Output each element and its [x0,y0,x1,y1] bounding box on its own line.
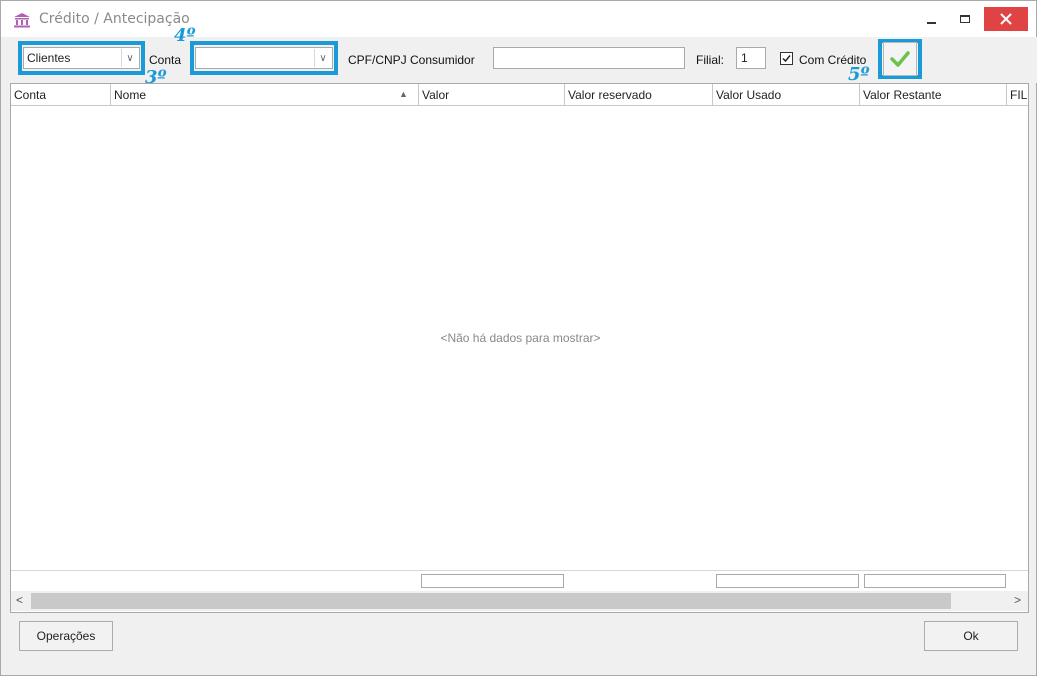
scrollbar-thumb[interactable] [31,593,951,609]
step5-label: 5º [848,64,870,85]
check-icon [782,55,791,63]
type-select[interactable]: Clientes ∨ [23,47,140,69]
column-valor[interactable]: Valor [419,84,565,106]
chevron-down-icon[interactable]: ∨ [121,49,138,67]
checkmark-icon [890,51,910,67]
column-valor-restante[interactable]: Valor Restante [860,84,1007,106]
column-conta[interactable]: Conta [11,84,111,106]
step4-label: 4º [174,25,196,46]
column-valor-usado[interactable]: Valor Usado [713,84,860,106]
summary-valor-usado [716,574,859,588]
grid-header: Conta Nome ▲ Valor Valor reservado Valor… [11,84,1028,106]
column-fil[interactable]: FIL [1007,84,1028,106]
summary-valor [421,574,564,588]
operacoes-button[interactable]: Operações [19,621,113,651]
close-icon [1000,13,1012,25]
maximize-button[interactable] [952,7,978,31]
close-button[interactable] [984,7,1028,31]
summary-valor-restante [864,574,1006,588]
credito-antecipacao-window: Crédito / Antecipação Clientes ∨ 3º Cont… [0,0,1037,676]
scroll-left-icon[interactable]: < [16,593,23,607]
column-nome[interactable]: Nome [111,84,419,106]
conta-select[interactable]: ∨ [195,47,333,69]
chevron-down-icon[interactable]: ∨ [314,49,331,67]
minimize-icon [926,22,936,24]
minimize-button[interactable] [918,7,944,31]
ok-button[interactable]: Ok [924,621,1018,651]
maximize-icon [960,15,970,23]
title-bar: Crédito / Antecipação [1,1,1036,37]
cpf-cnpj-input[interactable] [493,47,685,69]
com-credito-checkbox[interactable] [780,52,793,65]
sort-ascending-icon: ▲ [399,89,408,99]
filter-toolbar: Clientes ∨ 3º Conta ∨ 4º CPF/CNPJ Consum… [2,27,1037,87]
cpf-cnpj-label: CPF/CNPJ Consumidor [348,53,475,67]
apply-filter-button[interactable] [883,42,917,76]
column-valor-reservado[interactable]: Valor reservado [565,84,713,106]
filial-label: Filial: [696,53,725,67]
scroll-right-icon[interactable]: > [1014,593,1021,607]
filial-input[interactable]: 1 [736,47,766,69]
empty-grid-message: <Não há dados para mostrar> [440,331,601,345]
credit-grid: Conta Nome ▲ Valor Valor reservado Valor… [10,83,1029,613]
grid-summary-row [11,570,1028,590]
type-select-value: Clientes [27,51,71,65]
conta-label: Conta [149,53,182,67]
horizontal-scrollbar[interactable]: < > [11,591,1028,611]
window-title: Crédito / Antecipação [39,11,190,27]
bank-icon [14,13,30,28]
